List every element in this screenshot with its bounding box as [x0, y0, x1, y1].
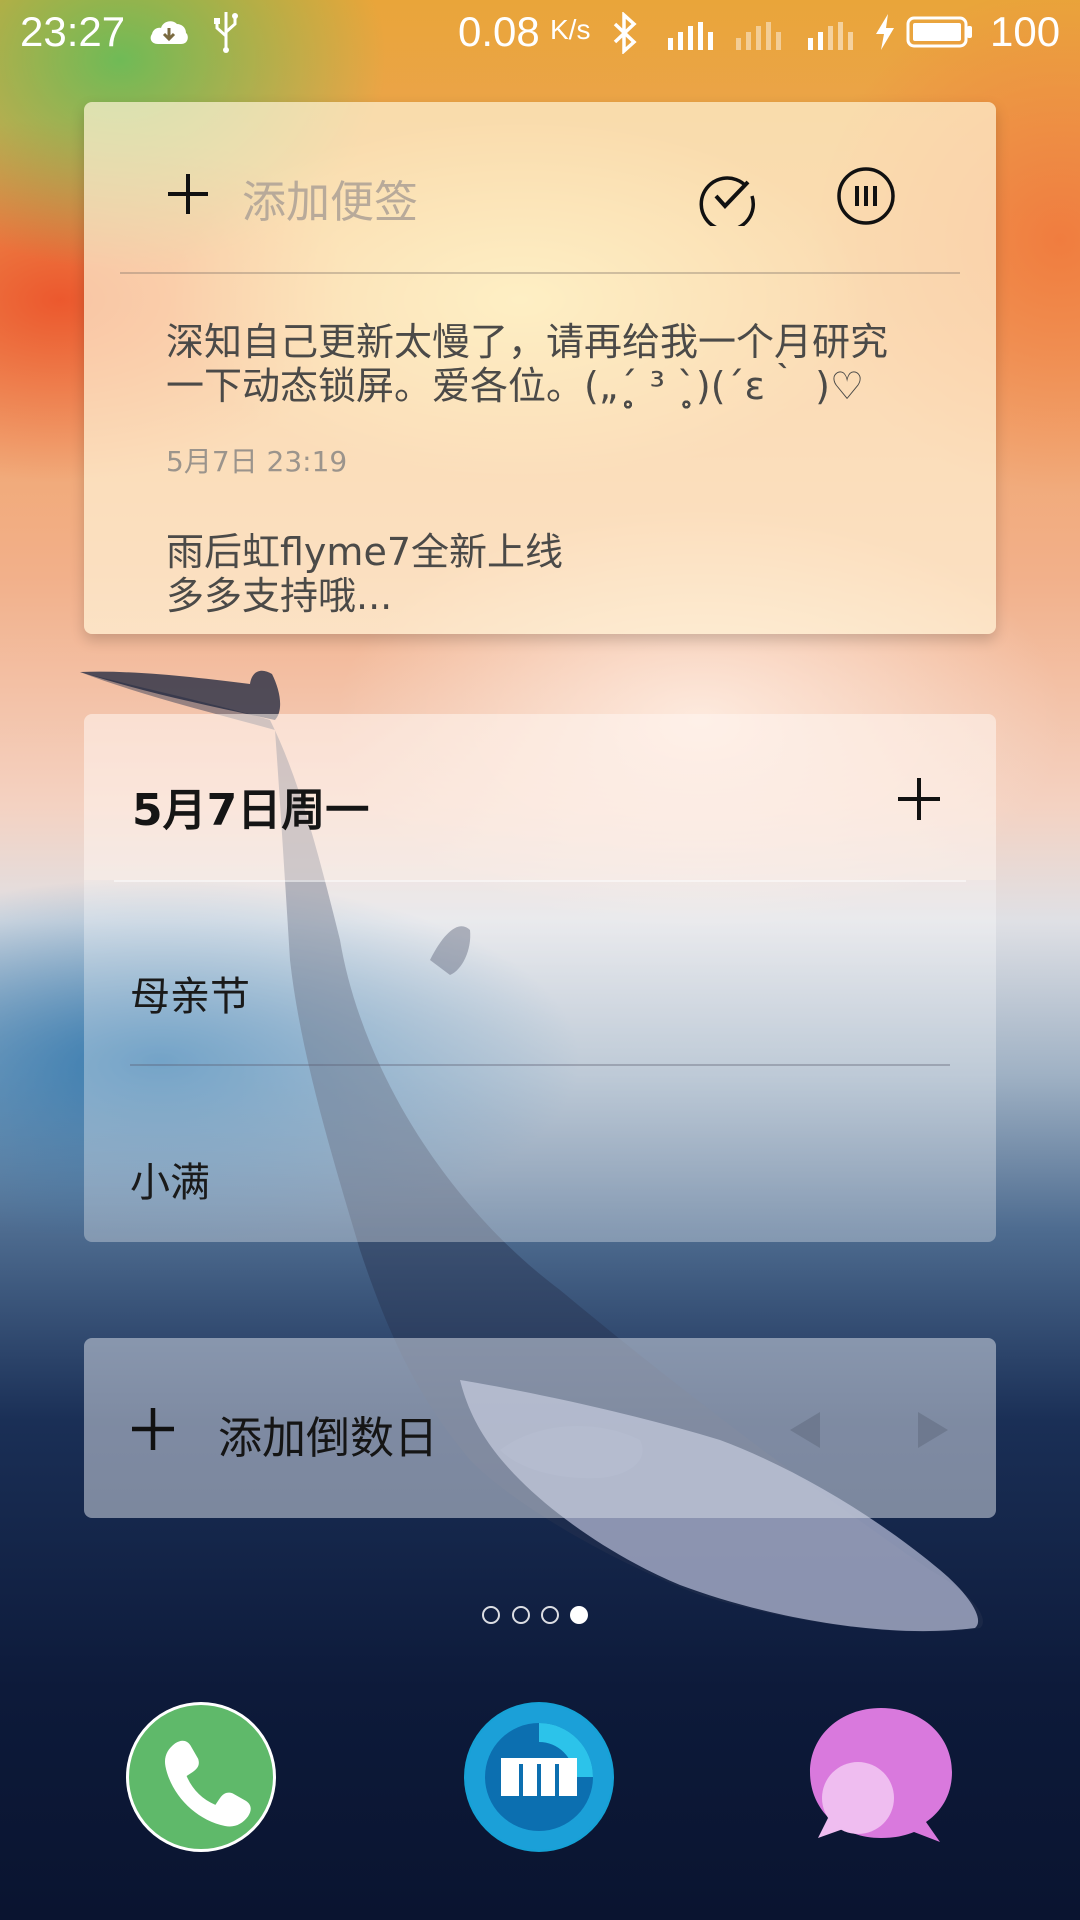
page-indicator	[482, 1606, 602, 1626]
note-item[interactable]: 深知自己更新太慢了，请再给我一个月研究 一下动态锁屏。爱各位。(„ˊ̥̥̥̥̥ …	[166, 320, 926, 408]
signal-icon	[668, 22, 713, 50]
voice-note-icon[interactable]	[836, 166, 896, 226]
signal-4g-icon	[808, 22, 853, 50]
add-note-button[interactable]: 添加便签	[242, 166, 418, 230]
messages-app-icon[interactable]	[806, 1702, 956, 1852]
calendar-divider	[114, 880, 966, 882]
add-countdown-button[interactable]: 添加倒数日	[218, 1402, 438, 1466]
add-event-plus-icon[interactable]	[896, 776, 942, 822]
note-date: 5月7日 23:19	[166, 445, 348, 478]
countdown-widget: 添加倒数日	[84, 1338, 996, 1518]
notes-divider	[120, 272, 960, 274]
checklist-icon[interactable]	[698, 166, 758, 226]
phone-app-icon[interactable]	[126, 1702, 276, 1852]
notes-widget: 添加便签 深知自己更新太慢了，请再给我一个月研究 一下动态锁屏。爱各位。(„ˊ̥…	[84, 102, 996, 634]
note-line: 多多支持哦...	[166, 574, 393, 618]
add-countdown-plus-icon[interactable]	[130, 1406, 176, 1452]
calendar-widget: 5月7日周一 母亲节 小满	[84, 714, 996, 1242]
prev-arrow-icon[interactable]	[788, 1410, 822, 1450]
add-note-plus-icon[interactable]	[166, 172, 210, 216]
status-bar: 23:27 0.08 K/s 100	[0, 0, 1080, 66]
cloud-download-icon	[150, 21, 188, 44]
battery-icon	[906, 16, 972, 48]
page-dot[interactable]	[541, 1606, 559, 1624]
calendar-event-divider	[130, 1064, 950, 1066]
status-time: 23:27	[20, 8, 126, 55]
note-line: 一下动态锁屏。爱各位。(„ˊ̥̥̥̥̥ ³ ˋ̥̥̥̥̥)(´ε｀ )♡	[166, 364, 865, 408]
bluetooth-icon	[613, 12, 637, 54]
charging-icon	[876, 14, 894, 50]
page-dot[interactable]	[482, 1606, 500, 1624]
usb-icon	[214, 12, 238, 53]
calendar-date-title[interactable]: 5月7日周一	[132, 774, 369, 838]
network-speed-unit: K/s	[550, 14, 591, 45]
signal-empty-icon	[736, 22, 781, 50]
next-arrow-icon[interactable]	[916, 1410, 950, 1450]
calendar-event-item[interactable]: 母亲节	[130, 964, 250, 1022]
meizu-app-icon[interactable]	[464, 1702, 614, 1852]
calendar-event-item[interactable]: 小满	[130, 1150, 210, 1208]
note-line: 雨后虹flyme7全新上线	[166, 530, 563, 574]
page-dot[interactable]	[512, 1606, 530, 1624]
battery-percent: 100	[990, 8, 1061, 55]
note-line: 深知自己更新太慢了，请再给我一个月研究	[166, 320, 889, 364]
page-dot-active[interactable]	[570, 1606, 588, 1624]
note-item[interactable]: 雨后虹flyme7全新上线 多多支持哦...	[166, 530, 926, 618]
network-speed: 0.08	[458, 8, 540, 55]
